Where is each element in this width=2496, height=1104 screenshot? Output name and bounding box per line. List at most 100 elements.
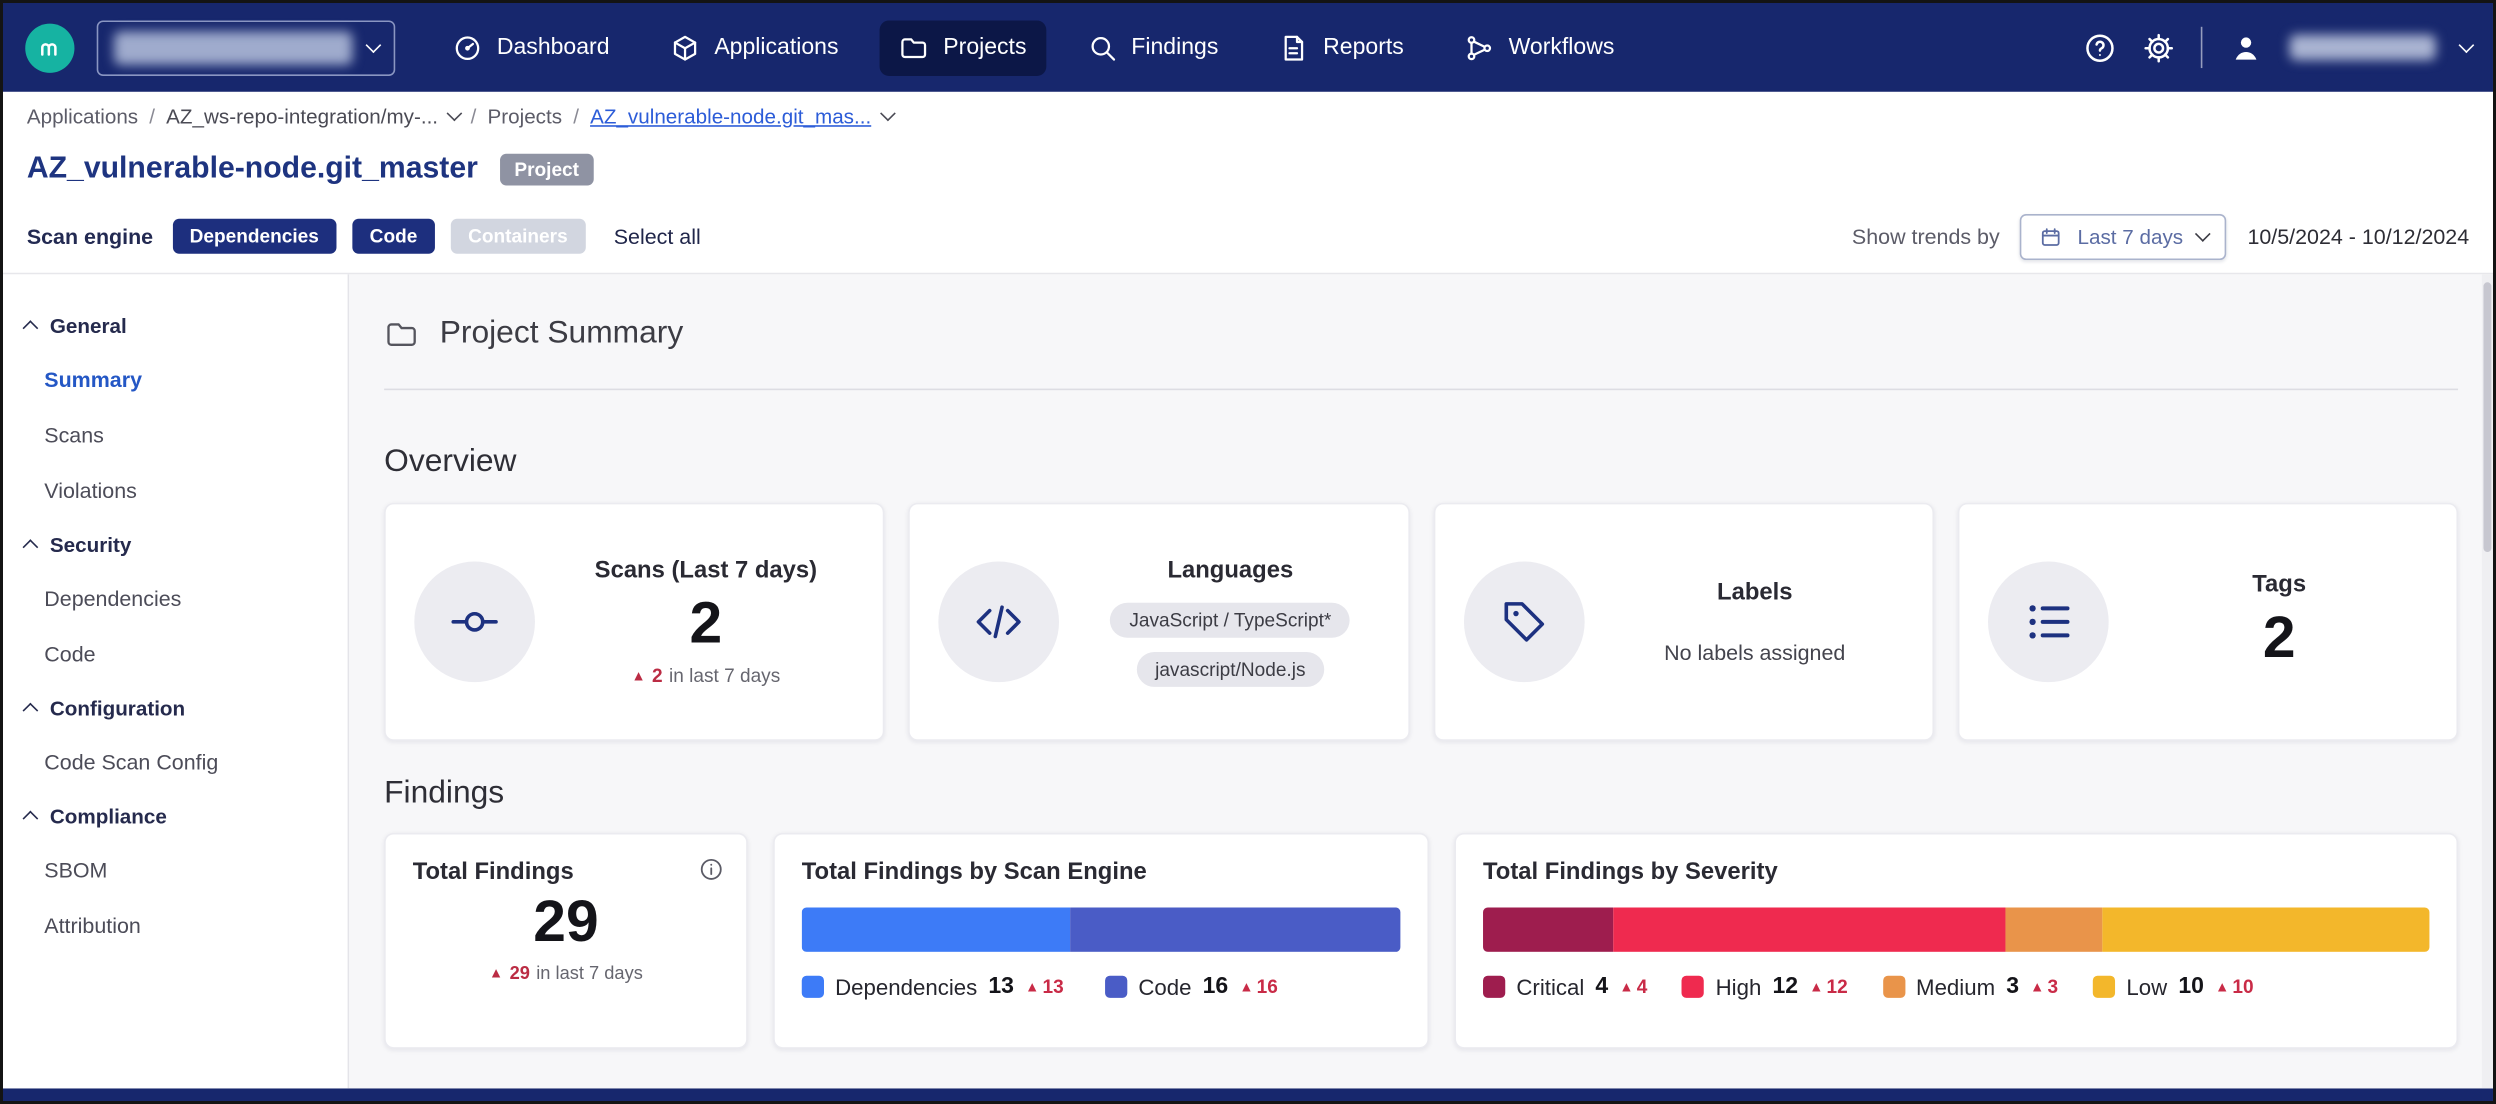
sidebar-item-violations[interactable]: Violations (3, 463, 348, 519)
vertical-scrollbar[interactable] (2482, 274, 2493, 1088)
sidebar-item-sbom[interactable]: SBOM (3, 842, 348, 898)
project-summary-title: Project Summary (440, 316, 684, 352)
bar-segment-medium[interactable] (2005, 907, 2103, 951)
chevron-up-icon (23, 322, 38, 337)
breadcrumb-separator: / (573, 104, 579, 128)
date-range: 10/5/2024 - 10/12/2024 (2247, 224, 2469, 248)
engine-pill-code[interactable]: Code (352, 219, 435, 254)
legend-value: 13 (988, 974, 1014, 999)
chevron-down-icon (2195, 226, 2210, 241)
engine-legend: Dependencies 13 ▲13 Code 16 ▲16 (802, 974, 1401, 999)
trend-up-icon: ▲ (1619, 980, 1633, 994)
mend-logo (25, 23, 74, 72)
section-label: Configuration (50, 696, 185, 720)
engine-pill-containers[interactable]: Containers (451, 219, 585, 254)
sidebar-item-summary[interactable]: Summary (3, 352, 348, 408)
settings-gear-icon[interactable] (2141, 31, 2174, 64)
help-icon[interactable] (2082, 31, 2115, 64)
bar-segment-critical[interactable] (1483, 907, 1614, 951)
nav-label: Workflows (1509, 35, 1615, 60)
total-findings-card: Total Findings 29 ▲ 29 in last 7 days (384, 833, 748, 1049)
trends-controls: Show trends by Last 7 days 10/5/2024 - 1… (1852, 213, 2469, 259)
report-document-icon (1279, 32, 1309, 62)
bar-segment-high[interactable] (1614, 907, 2006, 951)
breadcrumb-project-dropdown[interactable]: AZ_vulnerable-node.git_mas... (590, 104, 893, 128)
trend-value: 2 (652, 665, 663, 687)
card-title: Languages (1167, 557, 1293, 584)
legend-label: High (1716, 974, 1762, 999)
engine-pill-dependencies[interactable]: Dependencies (172, 219, 336, 254)
legend-label: Dependencies (835, 974, 977, 999)
trends-period-dropdown[interactable]: Last 7 days (2020, 213, 2226, 259)
breadcrumb-applications[interactable]: Applications (27, 104, 138, 128)
nav-dashboard[interactable]: Dashboard (433, 20, 628, 76)
nav-reports[interactable]: Reports (1260, 20, 1423, 76)
user-name-redacted (2289, 35, 2435, 60)
scans-card: Scans (Last 7 days) 2 ▲ 2 in last 7 days (384, 503, 885, 741)
overview-cards: Scans (Last 7 days) 2 ▲ 2 in last 7 days (384, 503, 2458, 741)
select-all-link[interactable]: Select all (614, 224, 701, 248)
user-avatar-icon[interactable] (2227, 29, 2264, 65)
scan-engine-label: Scan engine (27, 224, 153, 248)
sidebar-section-security[interactable]: Security (3, 519, 348, 571)
search-icon (1087, 32, 1117, 62)
code-brackets-icon (939, 562, 1060, 683)
calendar-icon (2039, 224, 2063, 248)
chevron-up-icon (23, 812, 38, 827)
bar-segment-low[interactable] (2103, 907, 2429, 951)
trend-text: in last 7 days (536, 964, 643, 983)
engine-stacked-bar (802, 907, 1401, 951)
nav-label: Projects (943, 35, 1026, 60)
breadcrumb-application-dropdown[interactable]: AZ_ws-repo-integration/my-... (166, 104, 459, 128)
breadcrumb-current-project: AZ_vulnerable-node.git_mas... (590, 104, 871, 128)
nav-findings[interactable]: Findings (1068, 20, 1238, 76)
chevron-down-icon[interactable] (2458, 37, 2473, 52)
trend-up-icon: ▲ (2215, 980, 2229, 994)
trend-value: 3 (2048, 976, 2059, 998)
legend-trend: ▲10 (2215, 976, 2254, 998)
workspace-selector[interactable] (97, 20, 396, 76)
legend-dependencies: Dependencies 13 ▲13 (802, 974, 1064, 999)
dashboard-icon (452, 32, 482, 62)
legend-value: 12 (1772, 974, 1798, 999)
legend-high: High 12 ▲12 (1682, 974, 1847, 999)
sidebar-item-scans[interactable]: Scans (3, 408, 348, 464)
card-title: Total Findings by Scan Engine (802, 858, 1401, 885)
divider (384, 389, 2458, 391)
severity-stacked-bar (1483, 907, 2429, 951)
sidebar-section-configuration[interactable]: Configuration (3, 682, 348, 734)
legend-swatch (1883, 976, 1905, 998)
label-tag-icon (1463, 562, 1584, 683)
sidebar-item-code[interactable]: Code (3, 627, 348, 683)
sidebar-item-dependencies[interactable]: Dependencies (3, 571, 348, 627)
legend-label: Low (2126, 974, 2167, 999)
nav-applications[interactable]: Applications (651, 20, 858, 76)
scrollbar-thumb[interactable] (2483, 282, 2491, 552)
trend-text: in last 7 days (669, 665, 780, 687)
legend-value: 16 (1203, 974, 1229, 999)
info-icon[interactable] (699, 857, 724, 882)
section-label: Security (50, 533, 131, 557)
trend-up-icon: ▲ (2030, 980, 2044, 994)
bar-segment-code[interactable] (1070, 907, 1400, 951)
breadcrumb-application: AZ_ws-repo-integration/my-... (166, 104, 438, 128)
sidebar-item-code-scan-config[interactable]: Code Scan Config (3, 735, 348, 791)
legend-value: 10 (2178, 974, 2204, 999)
page-body: General Summary Scans Violations Securit… (3, 273, 2493, 1089)
nav-workflows[interactable]: Workflows (1445, 20, 1633, 76)
legend-swatch (1105, 976, 1127, 998)
legend-trend: ▲4 (1619, 976, 1647, 998)
labels-empty-text: No labels assigned (1664, 641, 1845, 665)
legend-swatch (802, 976, 824, 998)
bar-segment-dependencies[interactable] (802, 907, 1070, 951)
legend-medium: Medium 3 ▲3 (1883, 974, 2058, 999)
nav-projects[interactable]: Projects (880, 20, 1046, 76)
sidebar-item-attribution[interactable]: Attribution (3, 898, 348, 954)
title-row: AZ_vulnerable-node.git_master Project (3, 139, 2493, 199)
applications-cube-icon (670, 32, 700, 62)
main-nav: Dashboard Applications Projects Findings… (433, 20, 1633, 76)
breadcrumb-projects[interactable]: Projects (487, 104, 562, 128)
card-title: Scans (Last 7 days) (595, 556, 817, 583)
sidebar-section-general[interactable]: General (3, 300, 348, 352)
sidebar-section-compliance[interactable]: Compliance (3, 790, 348, 842)
